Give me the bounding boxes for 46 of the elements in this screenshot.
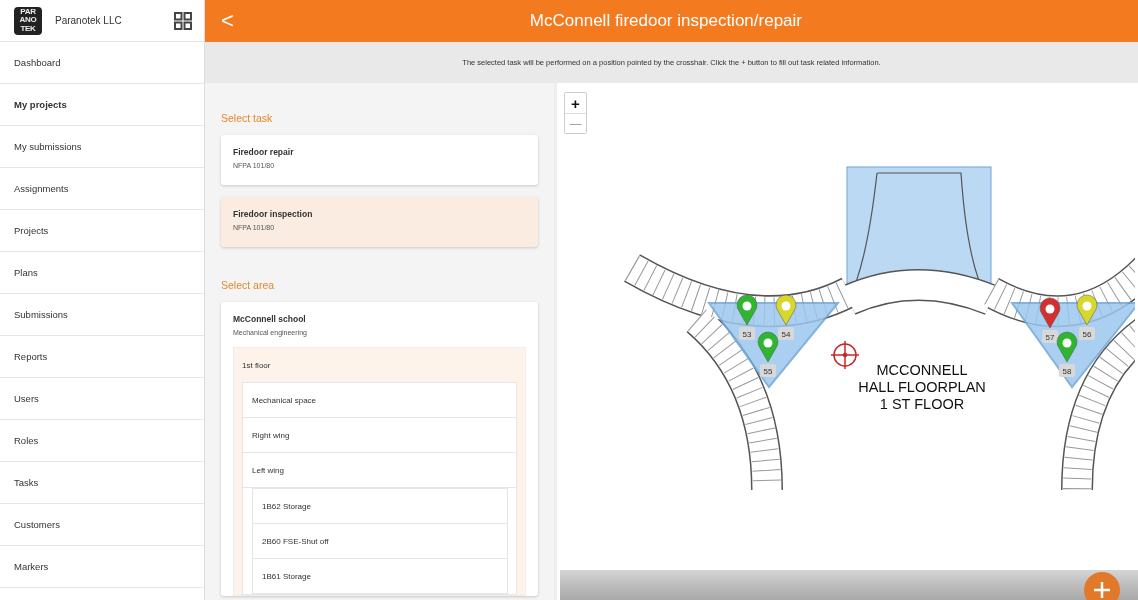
pin-number: 54	[781, 330, 791, 339]
map-pin[interactable]	[757, 331, 779, 363]
sidebar-item[interactable]: Dashboard	[0, 42, 204, 84]
area-name: McConnell school	[233, 314, 307, 324]
sidebar-item[interactable]: My projects	[0, 84, 204, 126]
sidebar-item[interactable]: Roles	[0, 420, 204, 462]
sidebar-item[interactable]: Submissions	[0, 294, 204, 336]
map-pin[interactable]	[1039, 297, 1061, 329]
pin-number: 53	[742, 330, 752, 339]
task-name: Firedoor repair	[233, 147, 295, 157]
tree-item[interactable]: 2B60 FSE-Shut off	[252, 524, 508, 559]
pin-number: 55	[763, 367, 773, 376]
grid-icon[interactable]	[174, 11, 192, 30]
sidebar-item[interactable]: Users	[0, 378, 204, 420]
crosshair-icon	[830, 340, 860, 370]
section-heading: Select area	[221, 279, 276, 291]
sidebar-item[interactable]: Assignments	[0, 168, 204, 210]
map-pin[interactable]	[1056, 331, 1078, 363]
task-name: Firedoor inspection	[233, 209, 314, 219]
plan-title: MCCONNELL	[876, 362, 968, 378]
company-logo: PAR ANO TEK	[14, 6, 42, 35]
tree-item[interactable]: Left wing	[243, 453, 516, 488]
sidebar-item[interactable]: Reports	[0, 336, 204, 378]
sidebar-item[interactable]: Plans	[0, 252, 204, 294]
map-pin[interactable]	[1076, 294, 1098, 326]
plan-title: 1 ST FLOOR	[879, 396, 965, 412]
company-name: Paranotek LLC	[55, 15, 123, 26]
page-title: McConnell firedoor inspection/repair	[528, 11, 803, 31]
pin-number: 58	[1062, 367, 1072, 376]
sidebar-item[interactable]: Tasks	[0, 462, 204, 504]
tree-item[interactable]: 1st floor	[242, 348, 517, 382]
plan-title: HALL FLOORPLAN	[858, 379, 986, 395]
plus-icon	[1093, 581, 1111, 599]
sidebar-item[interactable]: My submissions	[0, 126, 204, 168]
sidebar-item[interactable]: Markers	[0, 546, 204, 588]
pin-number: 56	[1082, 330, 1092, 339]
pin-number: 57	[1045, 333, 1055, 342]
map-pin[interactable]	[736, 294, 758, 326]
sidebar-item[interactable]: Projects	[0, 210, 204, 252]
sidebar-item[interactable]: Customers	[0, 504, 204, 546]
section-heading: Select task	[221, 112, 274, 124]
map-pin[interactable]	[775, 294, 797, 326]
tree-item[interactable]: Mechanical space	[243, 383, 516, 418]
tree-item[interactable]: 1B61 Storage	[252, 559, 508, 594]
tree-item[interactable]: Right wing	[243, 418, 516, 453]
tree-item[interactable]: 1B62 Storage	[252, 488, 508, 524]
